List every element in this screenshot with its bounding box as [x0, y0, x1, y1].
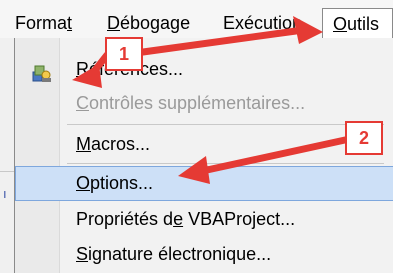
- annotation-callout-1: 1: [105, 37, 143, 71]
- annotation-callout-2: 2: [345, 121, 383, 155]
- annotation-arrows: [72, 16, 349, 184]
- arrow-1-shaft: [139, 27, 300, 56]
- arrow-2-shaft: [203, 136, 349, 174]
